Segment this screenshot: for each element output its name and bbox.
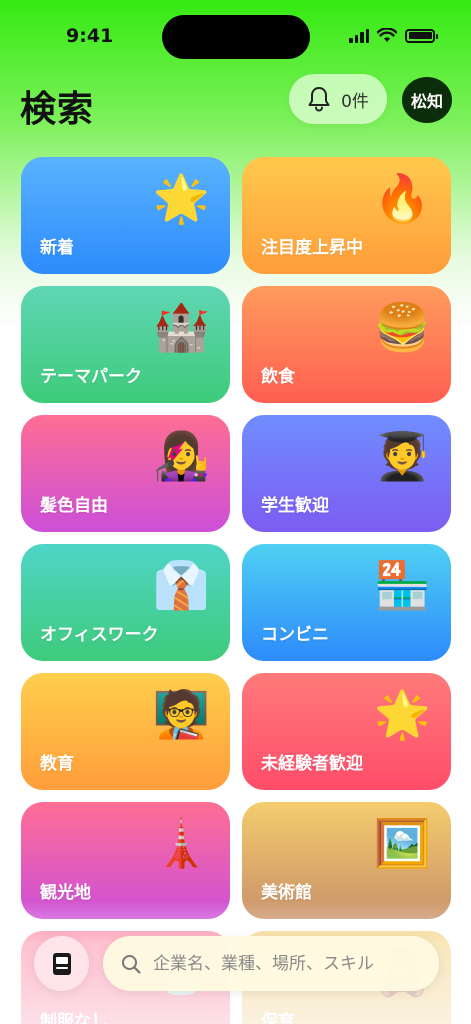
tokyo-tower-icon: 🗼 <box>152 816 210 870</box>
category-card[interactable]: 👩‍🎤 髪色自由 <box>21 415 230 532</box>
category-label: コンビニ <box>261 625 329 645</box>
category-card[interactable]: 🌟 新着 <box>21 157 230 274</box>
category-label: オフィスワーク <box>40 625 159 645</box>
search-icon <box>122 954 141 974</box>
search-input[interactable] <box>153 953 423 974</box>
necktie-icon: 👔 <box>152 558 210 612</box>
framed-picture-icon: 🖼️ <box>373 816 431 870</box>
category-label: テーマパーク <box>40 367 142 387</box>
category-card[interactable]: 🔥 注目度上昇中 <box>242 157 451 274</box>
status-bar: 9:41 <box>0 0 471 60</box>
glowing-star-icon: 🌟 <box>152 171 210 225</box>
notifications-button[interactable]: 0件 <box>289 74 387 124</box>
cellular-signal-icon <box>349 28 369 43</box>
category-label: 教育 <box>40 754 74 774</box>
convenience-store-icon: 🏪 <box>373 558 431 612</box>
category-card[interactable]: 🌟 未経験者歓迎 <box>242 673 451 790</box>
category-label: 注目度上昇中 <box>261 238 363 258</box>
saved-documents-button[interactable] <box>34 936 89 991</box>
singer-icon: 👩‍🎤 <box>152 429 210 483</box>
search-bar[interactable] <box>103 936 439 991</box>
category-card[interactable]: 🏪 コンビニ <box>242 544 451 661</box>
battery-icon <box>405 28 438 43</box>
category-card[interactable]: 🧑‍🏫 教育 <box>21 673 230 790</box>
category-card[interactable]: 🏰 テーマパーク <box>21 286 230 403</box>
status-time: 9:41 <box>66 25 114 47</box>
student-icon: 🧑‍🎓 <box>373 429 431 483</box>
hamburger-icon: 🍔 <box>373 300 431 354</box>
category-card[interactable]: 👔 オフィスワーク <box>21 544 230 661</box>
document-icon <box>52 952 71 975</box>
category-card[interactable]: 🧑‍🎓 学生歓迎 <box>242 415 451 532</box>
wifi-icon <box>377 28 397 42</box>
avatar[interactable]: 松知 <box>402 77 452 123</box>
glowing-star-icon: 🌟 <box>373 687 431 741</box>
notification-count: 0件 <box>341 91 369 112</box>
castle-icon: 🏰 <box>152 300 210 354</box>
category-label: 未経験者歓迎 <box>261 754 363 774</box>
category-label: 学生歓迎 <box>261 496 329 516</box>
page-title: 検索 <box>20 89 95 130</box>
category-label: 飲食 <box>261 367 295 387</box>
dynamic-island <box>162 15 310 59</box>
bell-icon <box>308 87 330 112</box>
category-label: 新着 <box>40 238 74 258</box>
teacher-icon: 🧑‍🏫 <box>152 687 210 741</box>
fire-icon: 🔥 <box>373 171 431 225</box>
category-label: 髪色自由 <box>40 496 108 516</box>
status-icons <box>349 28 438 43</box>
category-card[interactable]: 🍔 飲食 <box>242 286 451 403</box>
